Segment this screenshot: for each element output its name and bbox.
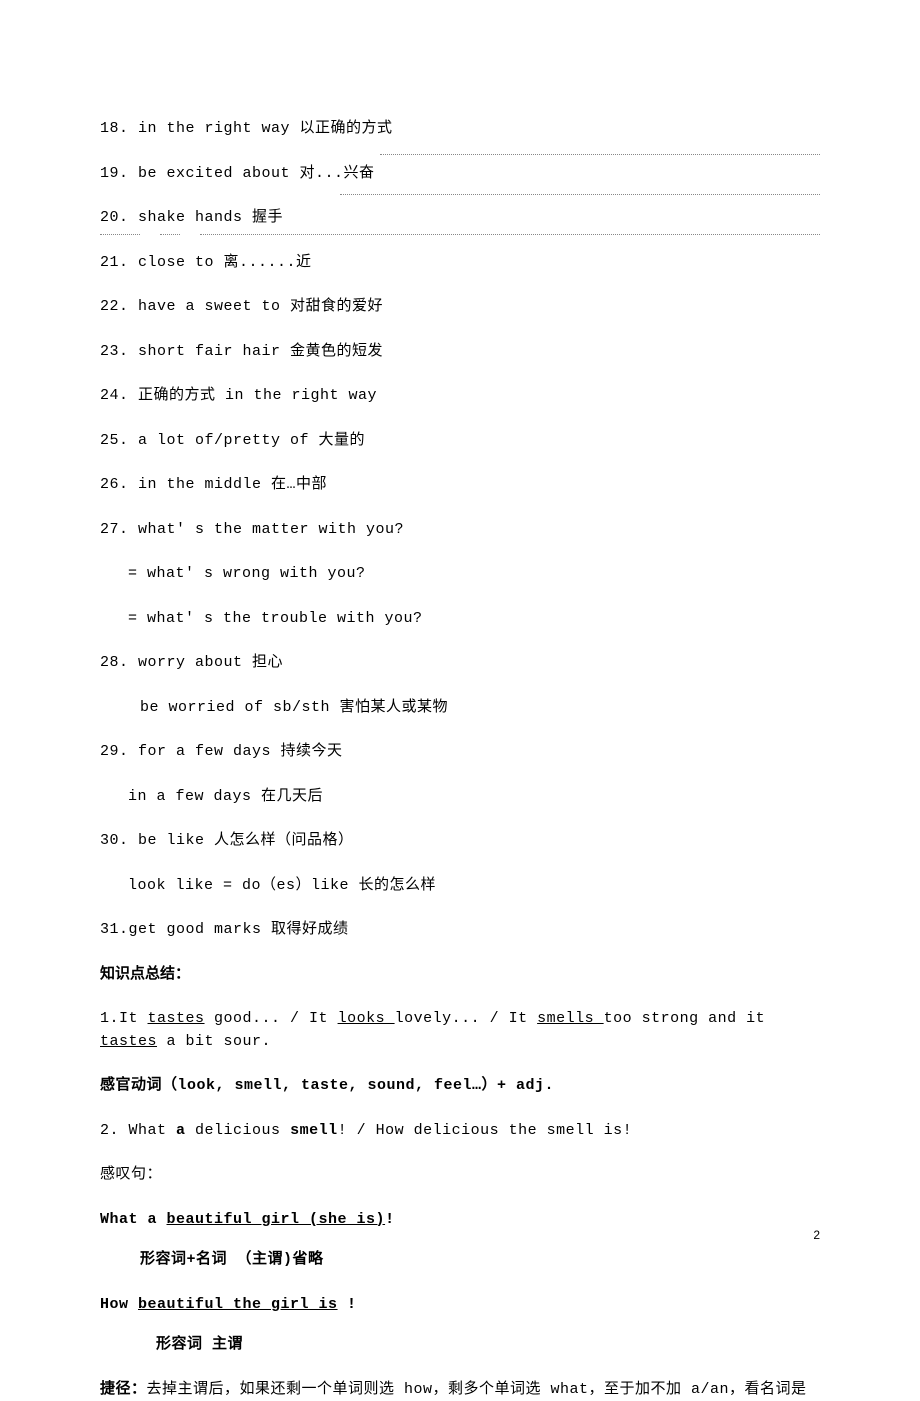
document-page: 18. in the right way 以正确的方式 19. be excit…	[0, 0, 920, 1302]
decorative-dotted-line	[160, 234, 180, 235]
decorative-dotted-line	[340, 194, 820, 195]
underlined-phrase: beautiful girl (she is)	[167, 1211, 386, 1228]
example-sentence: How beautiful the girl is !	[100, 1294, 820, 1317]
text-fragment: What a	[100, 1211, 167, 1228]
grammar-label: 感叹句：	[100, 1164, 820, 1187]
list-item: 19. be excited about 对...兴奋	[100, 163, 820, 186]
text-fragment: ! / How delicious the smell is!	[338, 1122, 633, 1139]
text-fragment: !	[385, 1211, 395, 1228]
list-item: 29. for a few days 持续今天	[100, 741, 820, 764]
text-fragment: delicious	[186, 1122, 291, 1139]
text-fragment: 2. What	[100, 1122, 176, 1139]
list-item: 18. in the right way 以正确的方式	[100, 118, 820, 141]
text-fragment: !	[338, 1296, 357, 1313]
underlined-word: smells	[537, 1010, 604, 1027]
list-item: 20. shake hands 握手	[100, 207, 820, 230]
bold-word: smell	[290, 1122, 338, 1139]
list-item: 24. 正确的方式 in the right way	[100, 385, 820, 408]
text-fragment: lovely... / It	[395, 1010, 538, 1027]
underlined-phrase: beautiful the girl is	[138, 1296, 338, 1313]
list-item: 31.get good marks 取得好成绩	[100, 919, 820, 942]
text-fragment: a bit sour.	[157, 1033, 271, 1050]
page-number: 2	[813, 1228, 820, 1242]
list-item: 23. short fair hair 金黄色的短发	[100, 341, 820, 364]
list-item: 27. what' s the matter with you?	[100, 519, 820, 542]
annotation: 形容词 主谓	[100, 1334, 820, 1357]
text-fragment: good... / It	[205, 1010, 338, 1027]
annotation: 形容词+名词 （主谓)省略	[100, 1249, 820, 1272]
underlined-word: tastes	[100, 1033, 157, 1050]
grammar-rule: 感官动词（look, smell, taste, sound, feel…）+ …	[100, 1075, 820, 1098]
text-fragment: 1.It	[100, 1010, 148, 1027]
underlined-word: tastes	[148, 1010, 205, 1027]
list-item: 21. close to 离......近	[100, 252, 820, 275]
tip-line: 捷径：去掉主谓后，如果还剩一个单词则选 how，剩多个单词选 what，至于加不…	[100, 1379, 820, 1401]
list-subitem: in a few days 在几天后	[100, 786, 820, 809]
text-fragment: too strong and it	[604, 1010, 766, 1027]
tip-text: 去掉主谓后，如果还剩一个单词则选 how，剩多个单词选 what，至于加不加 a…	[147, 1381, 807, 1398]
list-subitem: look like = do（es）like 长的怎么样	[100, 875, 820, 898]
text-fragment: How	[100, 1296, 138, 1313]
list-item: 22. have a sweet to 对甜食的爱好	[100, 296, 820, 319]
example-sentence: 2. What a delicious smell! / How delicio…	[100, 1120, 820, 1143]
list-item: 25. a lot of/pretty of 大量的	[100, 430, 820, 453]
underlined-word: looks	[338, 1010, 395, 1027]
list-item: 30. be like 人怎么样（问品格）	[100, 830, 820, 853]
example-sentence: What a beautiful girl (she is)!	[100, 1209, 820, 1232]
decorative-dotted-line	[200, 234, 820, 235]
list-subitem: be worried of sb/sth 害怕某人或某物	[100, 697, 820, 720]
list-item: 26. in the middle 在…中部	[100, 474, 820, 497]
decorative-dotted-line	[100, 234, 140, 235]
decorative-dotted-line	[380, 154, 820, 155]
list-subitem: = what' s wrong with you?	[100, 563, 820, 586]
tip-label: 捷径：	[100, 1381, 147, 1398]
example-sentence: 1.It tastes good... / It looks lovely...…	[100, 1008, 820, 1053]
list-subitem: = what' s the trouble with you?	[100, 608, 820, 631]
bold-word: a	[176, 1122, 186, 1139]
list-item: 28. worry about 担心	[100, 652, 820, 675]
section-heading: 知识点总结：	[100, 964, 820, 987]
